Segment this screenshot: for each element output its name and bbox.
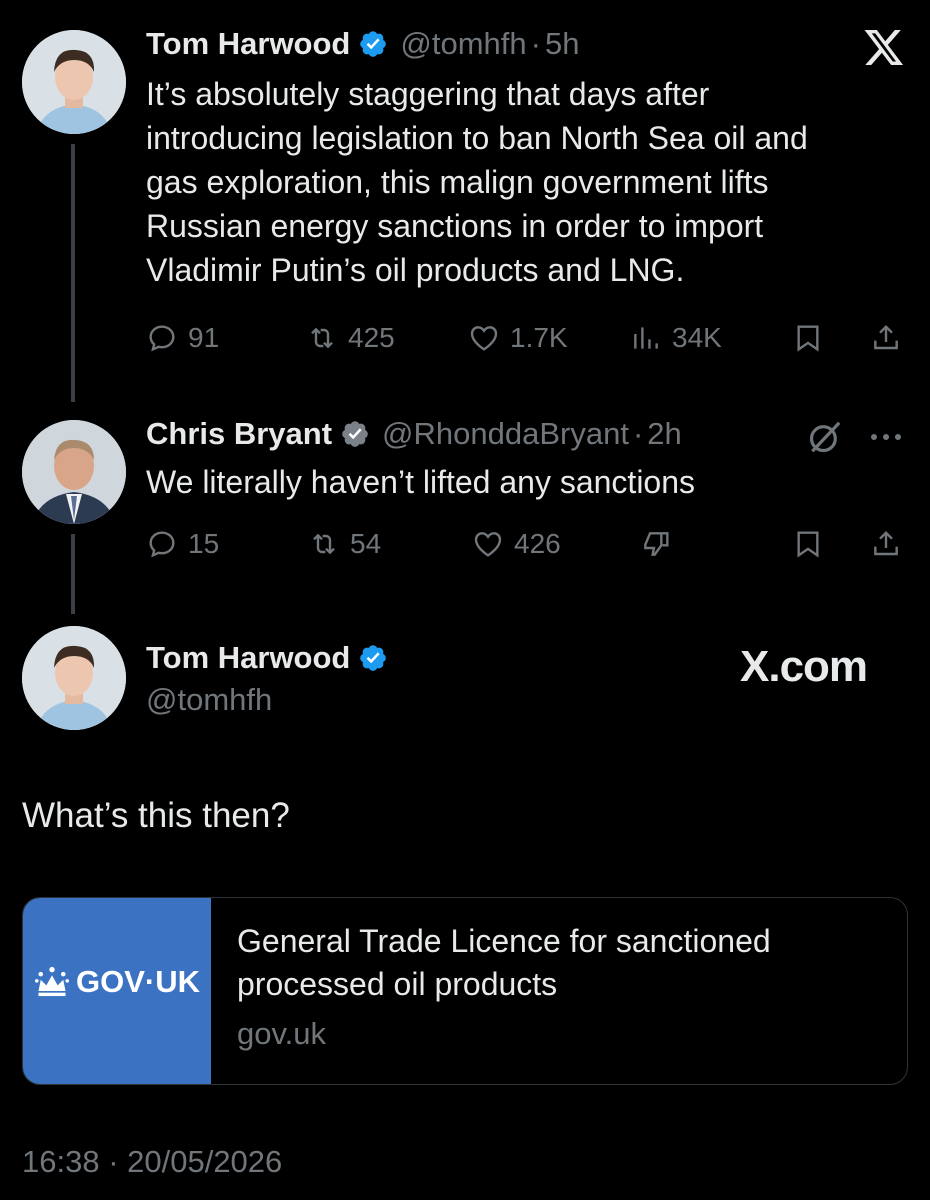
share-icon	[874, 324, 898, 350]
thread-line	[71, 144, 75, 402]
bookmark-icon	[797, 325, 819, 352]
post-time[interactable]: 2h	[647, 416, 681, 452]
avatar[interactable]	[22, 420, 126, 524]
views-button[interactable]: 34K	[630, 318, 722, 358]
x-logo-icon[interactable]	[862, 26, 906, 68]
repost-count: 54	[350, 528, 382, 559]
crown-icon	[35, 966, 69, 997]
reply-icon	[149, 325, 175, 352]
like-icon	[474, 532, 502, 557]
separator-dot: ·	[632, 416, 644, 451]
share-icon	[874, 530, 898, 556]
repost-icon	[313, 533, 335, 555]
verified-badge-icon	[358, 643, 388, 673]
bookmark-icon	[797, 531, 819, 558]
thread-line	[71, 534, 75, 614]
tweet-body: What’s this then?	[22, 796, 290, 835]
separator-dot: ·	[530, 26, 541, 61]
like-count: 426	[514, 528, 561, 559]
views-icon	[634, 327, 658, 349]
reply-count: 91	[188, 322, 220, 353]
xcom-watermark: X.com	[740, 642, 868, 691]
action-bar: 15 54 426	[146, 524, 906, 564]
tweet-line: Russian energy sanctions in order to imp…	[146, 208, 764, 244]
govuk-logo: GOV·UK	[23, 964, 211, 1000]
repost-button[interactable]: 54	[308, 524, 381, 564]
more-icon[interactable]	[868, 430, 904, 444]
reply-button[interactable]: 91	[146, 318, 219, 358]
share-button[interactable]	[870, 318, 902, 358]
card-domain: gov.uk	[237, 1016, 327, 1051]
author-name[interactable]: Chris Bryant	[146, 416, 332, 452]
reply-icon	[149, 531, 175, 558]
card-title-line: General Trade Licence for sanctioned	[237, 923, 771, 959]
avatar[interactable]	[22, 626, 126, 730]
author-handle[interactable]: @RhonddaBryant	[382, 416, 629, 452]
post-timestamp[interactable]: 16:38 · 20/05/2026	[22, 1144, 282, 1180]
grok-icon[interactable]	[806, 418, 844, 456]
like-button[interactable]: 1.7K	[468, 318, 568, 358]
reply-count: 15	[188, 528, 220, 559]
author-name[interactable]: Tom Harwood	[146, 640, 350, 676]
bookmark-button[interactable]	[792, 318, 824, 358]
tweet-line: gas exploration, this malign government …	[146, 164, 769, 200]
tweet-body: We literally haven’t lifted any sanction…	[146, 464, 696, 500]
card-thumbnail: GOV·UK	[23, 898, 211, 1084]
reply-button[interactable]: 15	[146, 524, 219, 564]
post-time[interactable]: 5h	[545, 26, 579, 62]
card-title-line: processed oil products	[237, 966, 558, 1002]
author-name[interactable]: Tom Harwood	[146, 26, 350, 62]
avatar[interactable]	[22, 30, 126, 134]
dislike-icon	[644, 532, 669, 556]
share-button[interactable]	[870, 524, 902, 564]
like-count: 1.7K	[510, 322, 568, 353]
like-icon	[470, 326, 498, 351]
link-card[interactable]: GOV·UK General Trade Licence for sanctio…	[22, 897, 908, 1085]
verified-badge-icon	[358, 29, 388, 59]
like-button[interactable]: 426	[472, 524, 561, 564]
verified-badge-icon	[340, 419, 370, 449]
tweet-header: Chris Bryant @RhonddaBryant · 2h	[146, 416, 682, 452]
tweet-line: It’s absolutely staggering that days aft…	[146, 76, 710, 112]
repost-count: 425	[348, 322, 395, 353]
repost-button[interactable]: 425	[306, 318, 395, 358]
author-handle[interactable]: @tomhfh	[146, 682, 272, 718]
author-handle[interactable]: @tomhfh	[400, 26, 526, 62]
tweet-header: Tom Harwood	[146, 640, 388, 676]
card-title[interactable]: General Trade Licence for sanctioned pro…	[237, 920, 877, 1006]
tweet-line: introducing legislation to ban North Sea…	[146, 120, 808, 156]
tweet-line: Vladimir Putin’s oil products and LNG.	[146, 252, 685, 288]
govuk-logo-text: GOV·UK	[76, 964, 200, 999]
tweet-header: Tom Harwood @tomhfh · 5h	[146, 26, 579, 62]
tweet-body: It’s absolutely staggering that days aft…	[146, 72, 906, 292]
repost-icon	[311, 327, 333, 349]
views-count: 34K	[672, 322, 722, 353]
dislike-button[interactable]	[640, 524, 672, 564]
bookmark-button[interactable]	[792, 524, 824, 564]
action-bar: 91 425 1.7K 34K	[146, 318, 906, 358]
